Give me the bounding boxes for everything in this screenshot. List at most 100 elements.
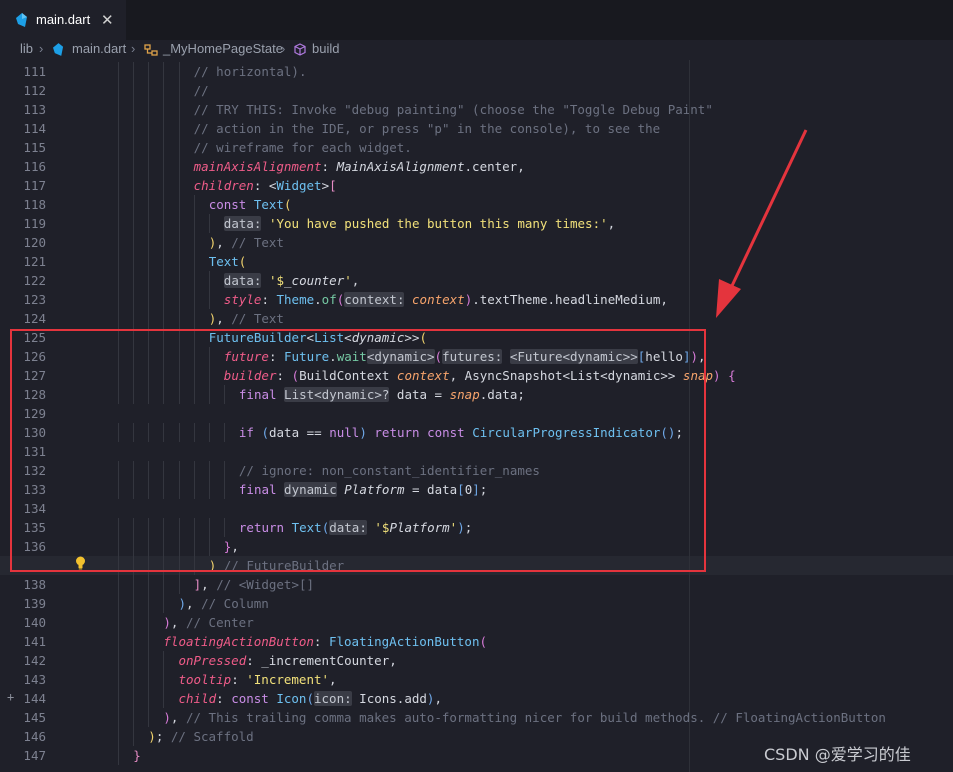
code-token: // Scaffold: [170, 729, 254, 744]
code-line[interactable]: style: Theme.of(context: context).textTh…: [0, 290, 953, 309]
code-line[interactable]: child: const Icon(icon: Icons.add),: [0, 689, 953, 708]
code-token: const: [208, 197, 254, 212]
code-token: // TRY THIS: Invoke "debug painting" (ch…: [193, 102, 713, 117]
code-token: ,: [434, 691, 442, 706]
code-line[interactable]: ], // <Widget>[]: [0, 575, 953, 594]
code-token: ;: [155, 729, 171, 744]
code-line[interactable]: //: [0, 81, 953, 100]
code-token: ): [713, 368, 721, 383]
code-line[interactable]: ), // Text: [0, 233, 953, 252]
code-token: ): [163, 710, 171, 725]
tab-title: main.dart: [36, 12, 91, 27]
code-token: (: [306, 691, 314, 706]
code-token: ,: [170, 615, 186, 630]
code-token: (: [283, 197, 292, 212]
code-token: Theme: [276, 292, 315, 307]
code-token: // horizontal).: [193, 64, 307, 79]
code-token: .center,: [464, 159, 525, 174]
code-token: Text: [253, 197, 284, 212]
breadcrumb-lib[interactable]: lib: [20, 41, 33, 56]
code-token: ): [178, 596, 187, 611]
code-token: (: [479, 634, 488, 649]
code-token: 'Increment': [246, 672, 330, 687]
class-symbol-icon: [144, 44, 158, 56]
breadcrumb-method[interactable]: build: [312, 41, 339, 56]
code-token: context: [412, 292, 465, 307]
dart-file-icon: [16, 13, 27, 27]
code-token: :: [261, 292, 277, 307]
code-line[interactable]: ), // Text: [0, 309, 953, 328]
code-token: ,: [186, 596, 202, 611]
code-token: Icon: [276, 691, 307, 706]
code-line[interactable]: // TRY THIS: Invoke "debug painting" (ch…: [0, 100, 953, 119]
expand-plus-icon[interactable]: +: [7, 690, 14, 704]
tab-bar: main.dart ✕: [0, 0, 953, 40]
code-token: // Text: [231, 311, 284, 326]
code-token: style: [223, 292, 262, 307]
code-token: (: [238, 254, 247, 269]
code-token: .textTheme.headlineMedium,: [472, 292, 668, 307]
code-line[interactable]: const Text(: [0, 195, 953, 214]
code-token: ): [148, 729, 156, 744]
code-token: ,: [351, 273, 360, 288]
code-token: data:: [223, 273, 262, 288]
code-line[interactable]: ), // This trailing comma makes auto-for…: [0, 708, 953, 727]
code-token: Widget: [276, 178, 322, 193]
code-line[interactable]: data: 'You have pushed the button this m…: [0, 214, 953, 233]
code-token: ,: [607, 216, 616, 231]
chevron-right-icon: ›: [39, 41, 44, 56]
dart-file-icon: [53, 43, 64, 56]
code-line[interactable]: ), // Column: [0, 594, 953, 613]
code-token: // Center: [185, 615, 254, 630]
code-token: floatingActionButton: [163, 634, 314, 649]
code-line[interactable]: ), // Center: [0, 613, 953, 632]
code-line[interactable]: mainAxisAlignment: MainAxisAlignment.cen…: [0, 157, 953, 176]
code-token: ,: [170, 710, 186, 725]
code-token: data:: [223, 216, 262, 231]
code-line[interactable]: children: <Widget>[: [0, 176, 953, 195]
code-token: children: [193, 178, 254, 193]
code-token: >: [321, 178, 330, 193]
code-token: FloatingActionButton: [328, 634, 480, 649]
code-token: :: [321, 159, 337, 174]
code-token: [: [329, 178, 337, 193]
code-line[interactable]: floatingActionButton: FloatingActionButt…: [0, 632, 953, 651]
code-token: _counter: [284, 273, 345, 288]
code-token: ,: [329, 672, 337, 687]
code-line[interactable]: data: '$_counter',: [0, 271, 953, 290]
chevron-right-icon: ›: [131, 41, 136, 56]
code-line[interactable]: // horizontal).: [0, 62, 953, 81]
code-token: ,: [216, 235, 232, 250]
method-cube-icon: [294, 43, 306, 56]
code-token: :: [253, 178, 269, 193]
code-line[interactable]: onPressed: _incrementCounter,: [0, 651, 953, 670]
code-line[interactable]: // action in the IDE, or press "p" in th…: [0, 119, 953, 138]
code-token: tooltip: [178, 672, 232, 687]
highlight-box: [10, 329, 706, 572]
code-token: ': [344, 273, 352, 288]
code-token: : _incrementCounter,: [246, 653, 397, 668]
chevron-right-icon: ›: [281, 41, 286, 56]
code-line[interactable]: tooltip: 'Increment',: [0, 670, 953, 689]
code-token: :: [216, 691, 232, 706]
code-line[interactable]: Text(: [0, 252, 953, 271]
code-token: // wireframe for each widget.: [193, 140, 412, 155]
code-token: onPressed: [178, 653, 247, 668]
code-token: // action in the IDE, or press "p" in th…: [193, 121, 661, 136]
code-token: mainAxisAlignment: [193, 159, 322, 174]
code-token: }: [133, 748, 141, 763]
code-token: '$: [268, 273, 285, 288]
code-token: ]: [193, 577, 202, 592]
code-token: icon:: [314, 691, 352, 706]
close-tab-icon[interactable]: ✕: [101, 11, 114, 29]
code-token: // Column: [201, 596, 269, 611]
breadcrumb-file[interactable]: main.dart: [72, 41, 126, 56]
code-token: 'You have pushed the button this many ti…: [268, 216, 608, 231]
code-token: const: [231, 691, 277, 706]
code-line[interactable]: // wireframe for each widget.: [0, 138, 953, 157]
tab-main-dart[interactable]: main.dart ✕: [0, 0, 126, 40]
breadcrumb-class[interactable]: _MyHomePageState: [163, 41, 283, 56]
